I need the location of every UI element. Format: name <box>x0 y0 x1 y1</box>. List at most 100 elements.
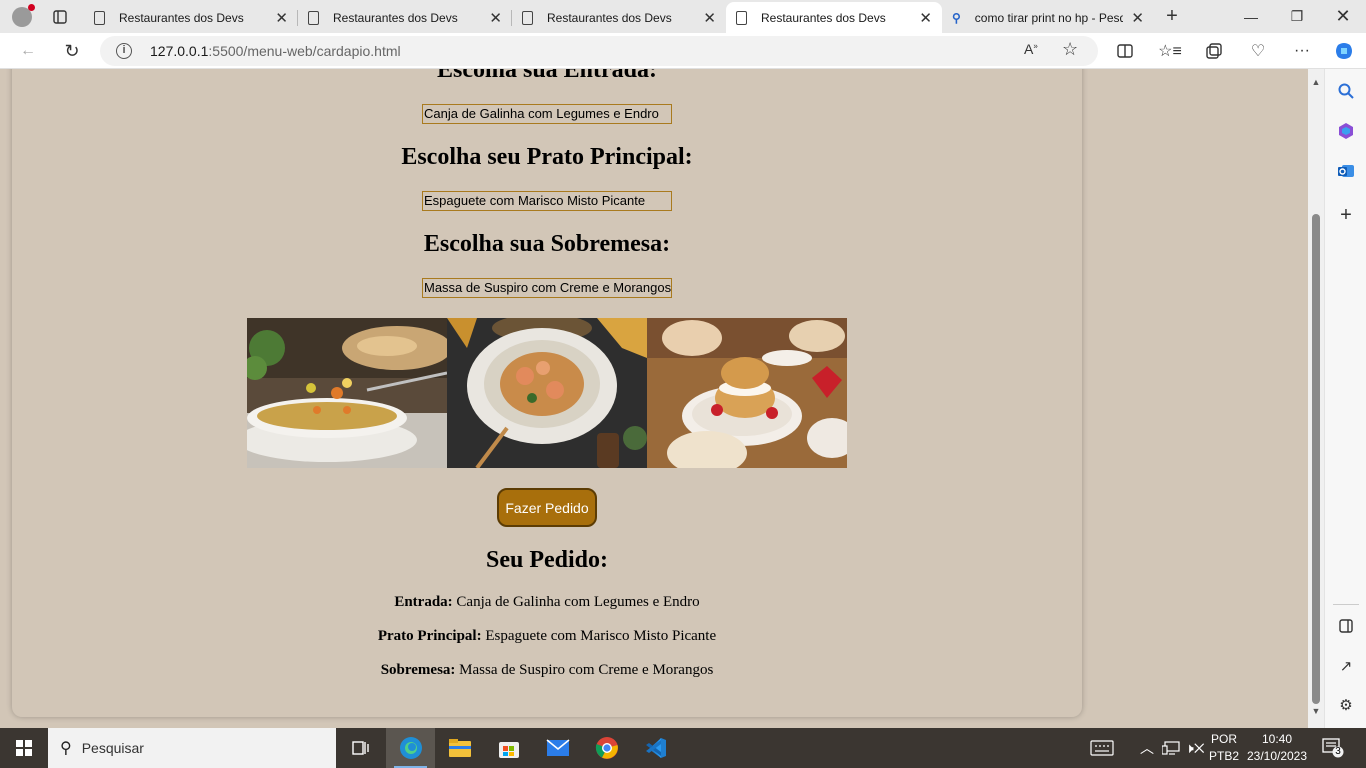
taskbar-edge[interactable] <box>386 728 435 768</box>
scroll-up-arrow-icon[interactable]: ▲ <box>1311 77 1321 87</box>
split-screen-button[interactable] <box>1111 37 1139 65</box>
document-icon <box>308 10 319 25</box>
edge-icon <box>399 737 422 759</box>
start-button[interactable] <box>0 728 48 768</box>
close-tab-icon[interactable]: ✕ <box>703 9 716 27</box>
tab-3[interactable]: Restaurantes dos Devs ✕ <box>512 2 726 33</box>
tab-actions-button[interactable] <box>46 0 74 33</box>
url-host: 127.0.0.1 <box>150 43 209 59</box>
scroll-down-arrow-icon[interactable]: ▼ <box>1311 706 1321 716</box>
read-aloud-icon[interactable]: A» <box>1024 41 1038 57</box>
windows-logo-icon <box>16 740 32 756</box>
address-bar[interactable]: i 127.0.0.1:5500/menu-web/cardapio.html … <box>100 36 1098 66</box>
summary-sobremesa: Sobremesa: Massa de Suspiro com Creme e … <box>0 662 1094 679</box>
page-scrollbar[interactable]: ▲ ▼ <box>1308 69 1324 728</box>
sidebar-search-button[interactable] <box>1334 79 1358 103</box>
close-tab-icon[interactable]: ✕ <box>1131 9 1144 27</box>
collections-button[interactable] <box>1200 37 1228 65</box>
settings-menu-button[interactable]: ··· <box>1288 37 1316 65</box>
taskbar-chrome[interactable] <box>582 728 631 768</box>
taskbar-mail[interactable] <box>533 728 582 768</box>
site-info-icon[interactable]: i <box>116 43 132 59</box>
tab-2[interactable]: Restaurantes dos Devs ✕ <box>298 2 512 33</box>
taskbar-search[interactable]: ⚲ Pesquisar <box>48 728 336 768</box>
fazer-pedido-button[interactable]: Fazer Pedido <box>497 488 597 527</box>
select-entrada[interactable]: Canja de Galinha com Legumes e Endro <box>422 104 672 124</box>
m365-icon <box>1339 123 1353 139</box>
document-icon <box>736 10 747 25</box>
scroll-thumb[interactable] <box>1312 214 1320 704</box>
outlook-icon <box>1338 165 1354 177</box>
search-icon <box>1338 83 1354 99</box>
sidebar-outlook-button[interactable] <box>1334 159 1358 183</box>
heading-principal: Escolha seu Prato Principal: <box>401 144 693 170</box>
restore-button[interactable]: ❐ <box>1274 0 1320 33</box>
tab-bar: Restaurantes dos Devs ✕ Restaurantes dos… <box>0 0 1366 33</box>
taskbar-store[interactable] <box>484 728 533 768</box>
minimize-icon: — <box>1244 8 1258 25</box>
collections-icon <box>1206 43 1222 59</box>
clock-date: 23/10/2023 <box>1246 749 1308 763</box>
mail-icon <box>545 739 570 756</box>
refresh-button[interactable]: ↻ <box>58 37 86 65</box>
sidebar-external-button[interactable]: ↗ <box>1334 654 1358 678</box>
new-tab-button[interactable]: + <box>1160 0 1184 33</box>
keyboard-layout: PTB2 <box>1208 749 1239 763</box>
external-link-icon: ↗ <box>1339 658 1353 675</box>
tab-actions-icon <box>53 9 67 24</box>
tray-clock[interactable]: 10:40 23/10/2023 <box>1242 731 1312 765</box>
summary-title: Seu Pedido: <box>485 547 608 573</box>
plus-icon: + <box>1166 5 1178 27</box>
close-tab-icon[interactable]: ✕ <box>489 9 502 27</box>
back-button[interactable]: ← <box>14 37 42 65</box>
taskbar-vscode[interactable] <box>631 728 680 768</box>
tab-5[interactable]: ⚲ como tirar print no hp - Pesq ✕ <box>942 2 1154 33</box>
language-code: POR <box>1210 732 1237 746</box>
tray-volume-muted-icon[interactable]: 🕨✕ <box>1185 728 1205 768</box>
edge-sidebar: + ↗ ⚙ <box>1324 69 1366 728</box>
sidebar-settings-button[interactable]: ⚙ <box>1334 693 1358 717</box>
summary-principal-label: Prato Principal: <box>377 628 482 644</box>
tray-network-icon[interactable] <box>1162 728 1180 768</box>
favorite-star-icon[interactable]: ☆ <box>1062 39 1078 60</box>
summary-entrada: Entrada: Canja de Galinha com Legumes e … <box>0 594 1094 611</box>
close-tab-icon[interactable]: ✕ <box>275 9 288 27</box>
profile-button[interactable] <box>8 0 36 33</box>
close-icon: ✕ <box>1335 6 1351 26</box>
favorites-button[interactable]: ☆≡ <box>1156 37 1184 65</box>
taskbar-search-placeholder: Pesquisar <box>81 740 144 756</box>
tab-1[interactable]: Restaurantes dos Devs ✕ <box>84 2 298 33</box>
tray-chevron-up-icon[interactable]: ︿ <box>1140 728 1154 768</box>
restore-icon: ❐ <box>1290 8 1304 24</box>
tray-keyboard-icon[interactable] <box>1090 728 1114 768</box>
taskbar-file-explorer[interactable] <box>435 728 484 768</box>
copilot-button[interactable] <box>1330 37 1358 65</box>
select-sobremesa[interactable]: Massa de Suspiro com Creme e Morangos <box>422 278 672 298</box>
search-icon: ⚲ <box>952 10 961 25</box>
principal-image <box>447 318 647 468</box>
tray-language[interactable]: POR PTB2 <box>1206 731 1242 765</box>
windows-taskbar: ⚲ Pesquisar ︿ 🕨✕ POR PTB2 10:40 23/10/20… <box>0 728 1366 768</box>
notification-center-button[interactable]: 3 <box>1322 738 1344 758</box>
sidebar-hide-button[interactable] <box>1334 614 1358 638</box>
summary-principal: Prato Principal: Espaguete com Marisco M… <box>0 628 1094 645</box>
sidebar-m365-button[interactable] <box>1334 119 1358 143</box>
entrada-image <box>247 318 447 468</box>
task-view-button[interactable] <box>336 728 385 768</box>
document-icon <box>522 10 533 25</box>
close-window-button[interactable]: ✕ <box>1320 0 1366 33</box>
vscode-icon <box>645 738 666 758</box>
browser-essentials-button[interactable]: ♡ <box>1244 37 1272 65</box>
tab-title: como tirar print no hp - Pesq <box>974 10 1124 25</box>
close-tab-icon[interactable]: ✕ <box>919 9 932 27</box>
sidebar-panel-icon <box>1339 619 1353 633</box>
tab-4-active[interactable]: Restaurantes dos Devs ✕ <box>726 2 942 33</box>
select-principal[interactable]: Espaguete com Marisco Misto Picante <box>422 191 672 211</box>
store-icon <box>498 742 519 758</box>
tab-title: Restaurantes dos Devs <box>547 10 672 25</box>
summary-sobremesa-value: Massa de Suspiro com Creme e Morangos <box>459 662 714 678</box>
minimize-button[interactable]: — <box>1228 0 1274 33</box>
sobremesa-image <box>647 318 847 468</box>
folder-icon <box>448 739 471 757</box>
sidebar-add-button[interactable]: + <box>1334 203 1358 227</box>
